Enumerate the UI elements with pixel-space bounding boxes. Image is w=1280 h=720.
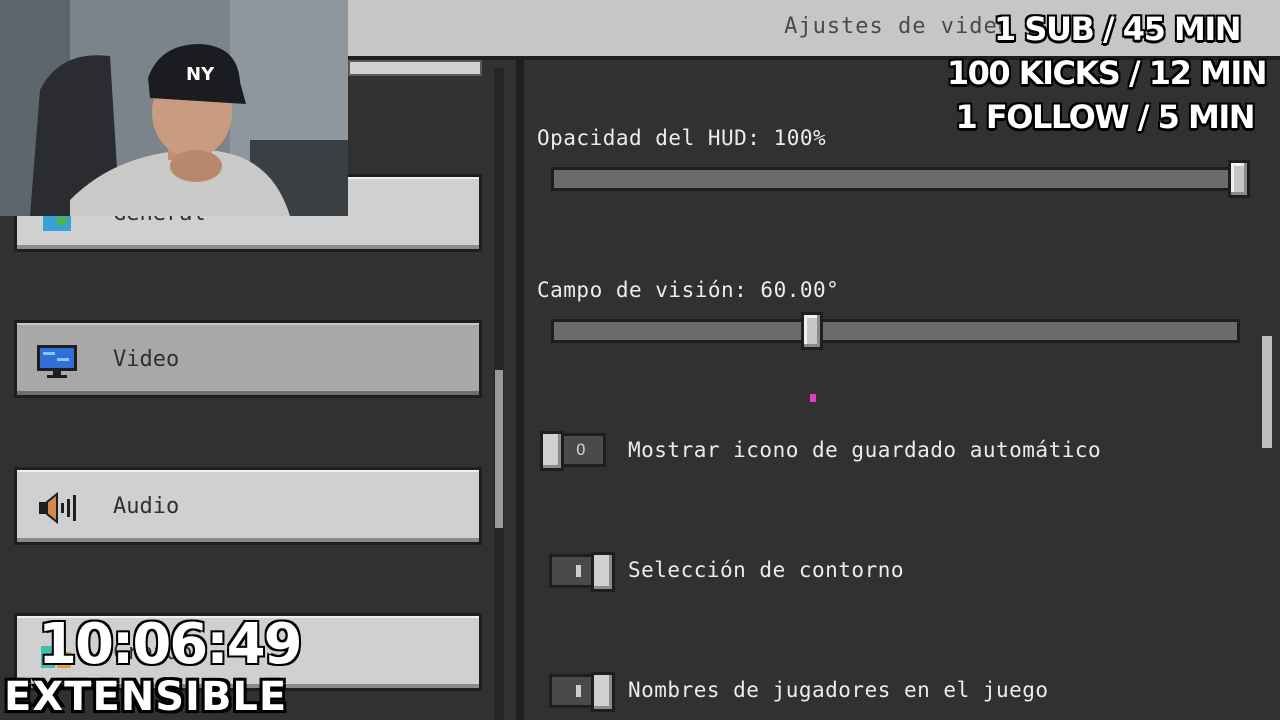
settings-panel	[520, 60, 1280, 720]
hud-opacity-slider[interactable]	[551, 167, 1250, 191]
autosave-icon-toggle[interactable]: O	[540, 431, 606, 471]
page-title: Ajustes de video	[784, 14, 1012, 39]
main-scrollbar-thumb[interactable]	[1262, 336, 1272, 448]
toggle-on-mark	[576, 685, 581, 697]
player-names-label: Nombres de jugadores en el juego	[628, 678, 1049, 702]
toggle-on-mark	[576, 565, 581, 577]
autosave-icon-label: Mostrar icono de guardado automático	[628, 438, 1102, 462]
toggle-knob	[591, 672, 615, 712]
player-names-toggle[interactable]	[549, 672, 615, 712]
streamer-webcam-image: NY	[0, 0, 348, 216]
stream-timer: 10:06:49	[38, 612, 303, 677]
fov-slider-handle[interactable]	[801, 312, 824, 350]
hud-opacity-slider-handle[interactable]	[1228, 160, 1250, 198]
goal-line-subs: 1 SUB / 45 MIN	[994, 10, 1242, 48]
fov-slider[interactable]	[551, 319, 1240, 343]
sidebar-item-audio[interactable]: Audio	[14, 467, 482, 545]
sidebar-item-video[interactable]: Video	[14, 320, 482, 398]
outline-selection-label: Selección de contorno	[628, 558, 905, 582]
sidebar-partial-button[interactable]	[348, 60, 482, 76]
mouse-cursor	[810, 394, 816, 402]
svg-text:NY: NY	[186, 64, 215, 85]
webcam-overlay: NY	[0, 0, 348, 216]
goal-line-follows: 1 FOLLOW / 5 MIN	[955, 98, 1255, 136]
toggle-off-mark: O	[576, 440, 586, 459]
fov-label: Campo de visión: 60.00°	[537, 278, 840, 302]
sidebar-item-label: Audio	[113, 494, 180, 519]
monitor-icon	[37, 345, 77, 378]
toggle-knob	[591, 552, 615, 592]
hud-opacity-label: Opacidad del HUD: 100%	[537, 126, 827, 150]
speaker-icon	[39, 491, 76, 525]
sidebar-item-label: Video	[113, 347, 180, 372]
toggle-knob	[540, 431, 564, 471]
sidebar-scrollbar-thumb[interactable]	[495, 370, 503, 528]
goal-line-kicks: 100 KICKS / 12 MIN	[946, 54, 1268, 92]
outline-selection-toggle[interactable]	[549, 552, 615, 592]
extensible-banner: EXTENSIBLE	[4, 674, 288, 720]
